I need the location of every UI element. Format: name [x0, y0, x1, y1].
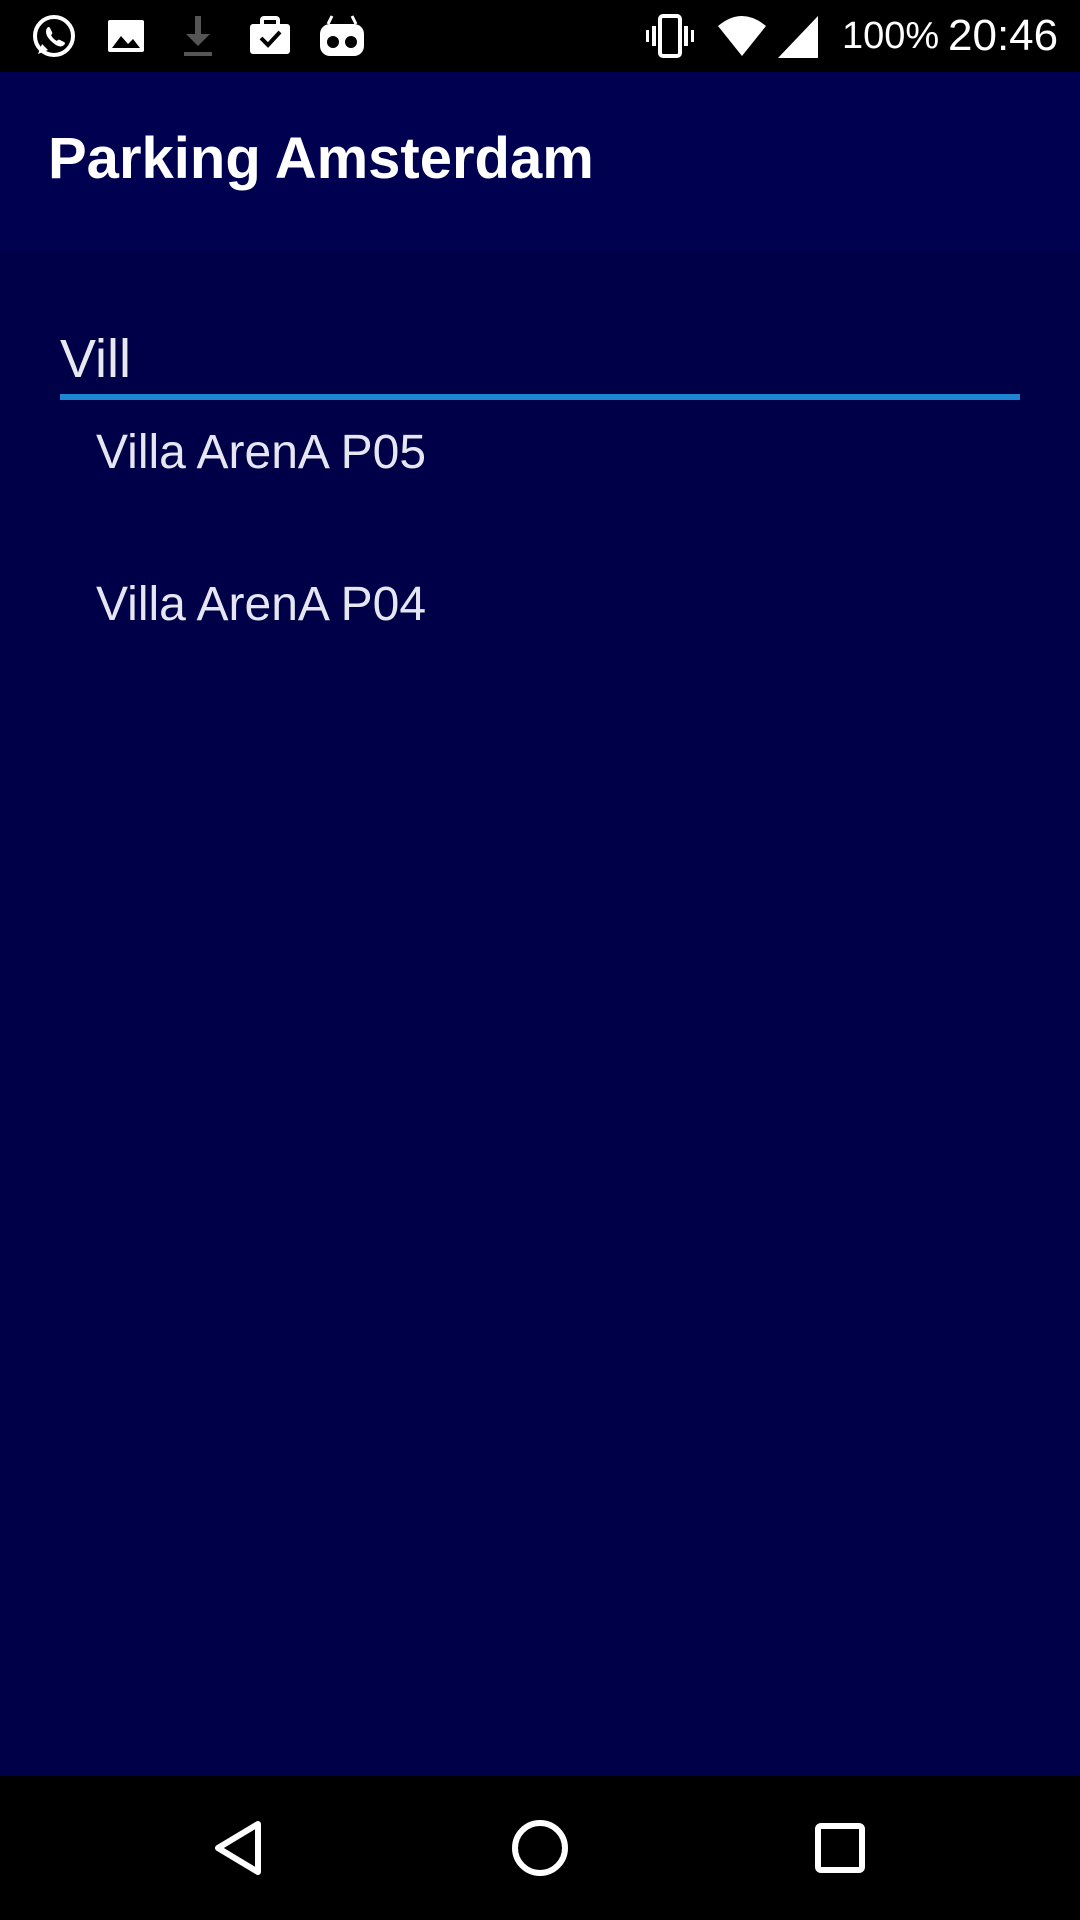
app-title: Parking Amsterdam: [48, 126, 594, 191]
suggestion-item[interactable]: Villa ArenA P05: [60, 386, 1020, 520]
status-bar: 100% 20:46: [0, 0, 1080, 72]
voicemail-robot-icon: [318, 12, 366, 60]
home-icon[interactable]: [492, 1800, 588, 1896]
image-icon: [102, 12, 150, 60]
wifi-icon: [718, 12, 766, 60]
suggestion-item[interactable]: Villa ArenA P04: [60, 532, 1020, 678]
navigation-bar: [0, 1776, 1080, 1920]
app-bar: Parking Amsterdam: [0, 72, 1080, 252]
vibrate-icon: [646, 12, 694, 60]
back-icon[interactable]: [192, 1800, 288, 1896]
whatsapp-icon: [30, 12, 78, 60]
clock: 20:46: [948, 11, 1059, 60]
signal-icon: [776, 12, 824, 60]
suggestion-list: Villa ArenA P05 Villa ArenA P04: [60, 426, 1020, 678]
main-content: Villa ArenA P05 Villa ArenA P04: [0, 252, 1080, 1776]
recents-icon[interactable]: [792, 1800, 888, 1896]
clipboard-check-icon: [246, 12, 294, 60]
download-icon: [174, 12, 222, 60]
battery-level: 100%: [842, 15, 940, 57]
